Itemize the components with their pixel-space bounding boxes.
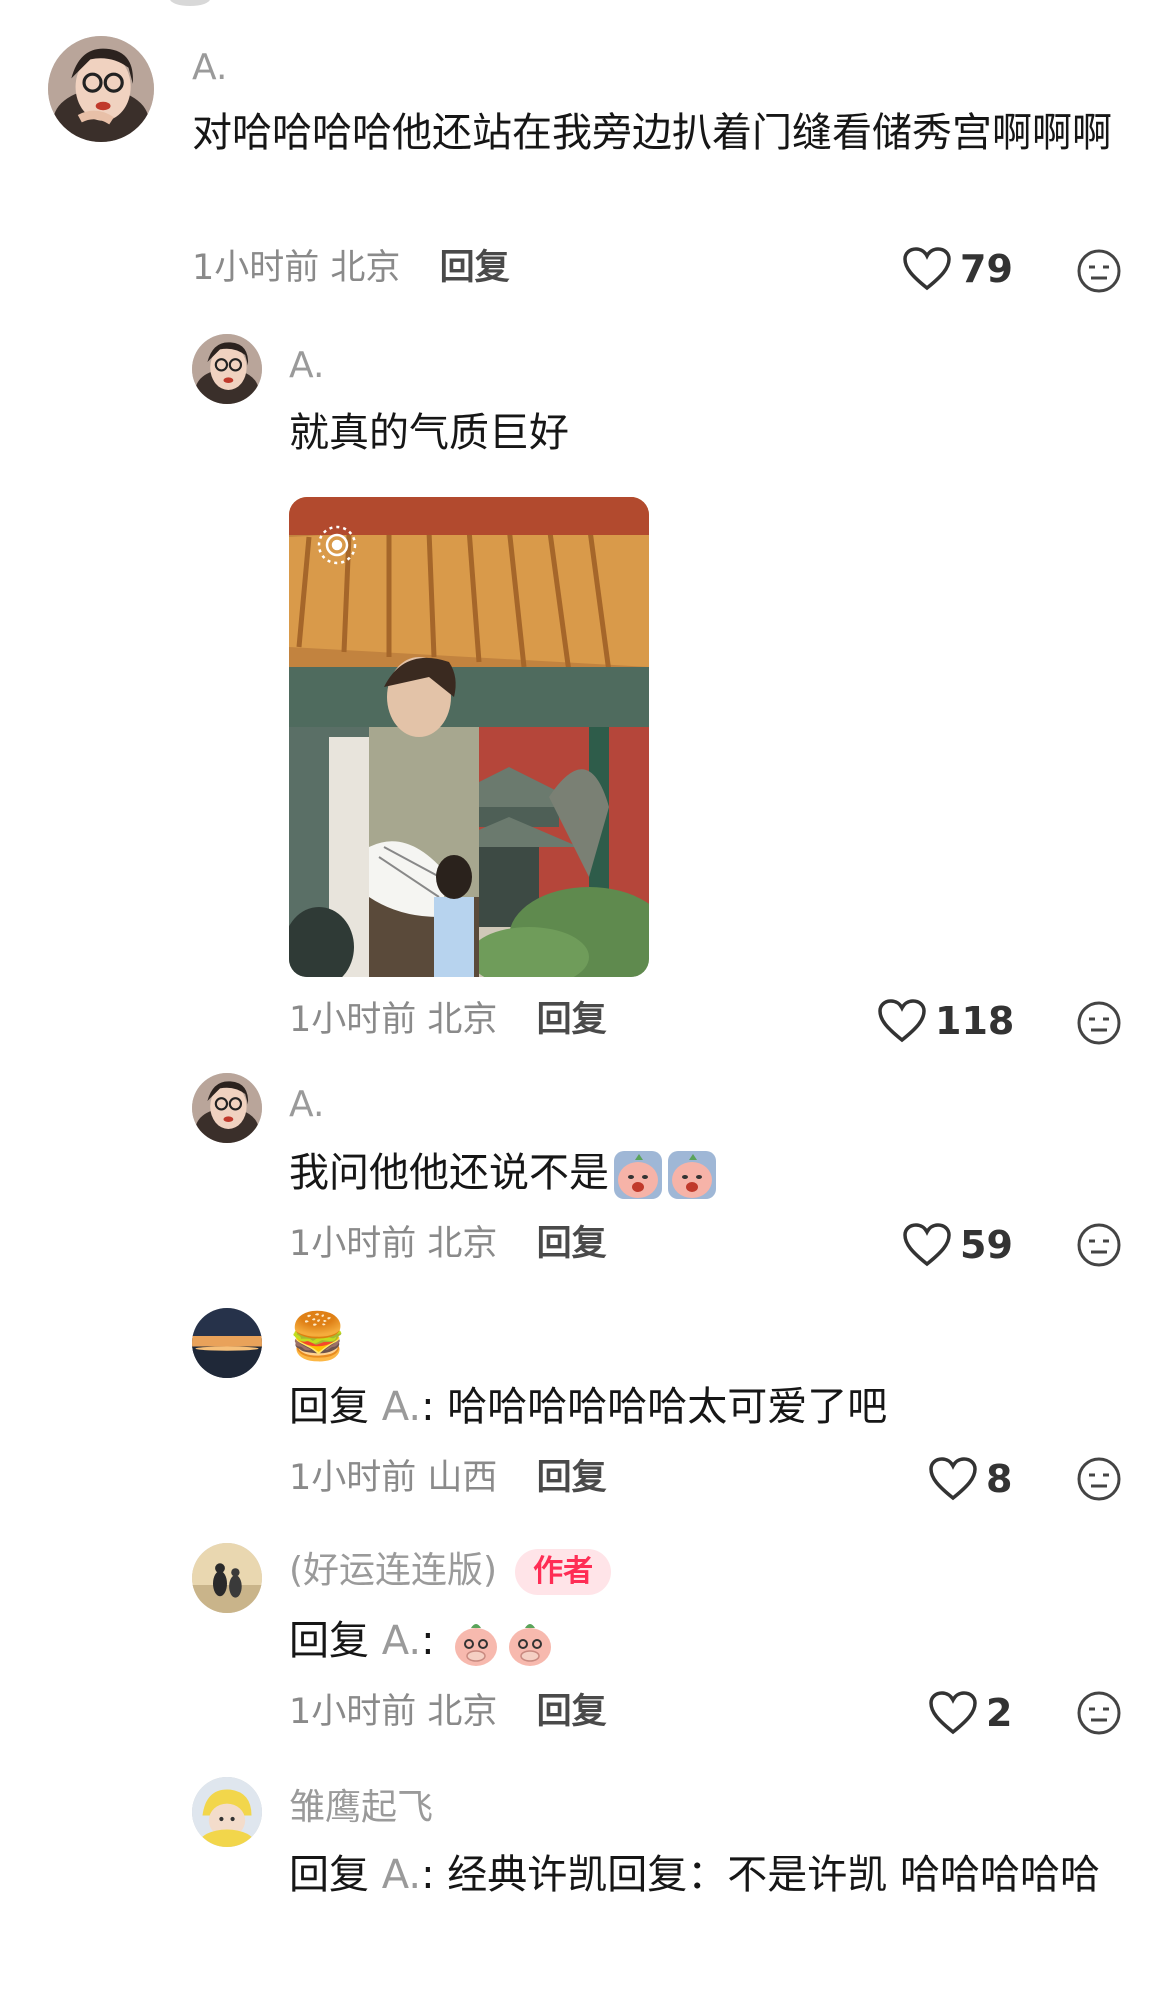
comment-meta: 1小时前 北京 回复 <box>289 998 607 1042</box>
comment-text: 我问他他还说不是 <box>289 1140 1089 1206</box>
reply-prefix: 回复 <box>289 1852 369 1898</box>
avatar-sunset-image <box>192 1308 262 1378</box>
time-label: 1小时前 <box>289 1692 417 1732</box>
like-count: 79 <box>960 247 1013 291</box>
like-button[interactable]: 2 <box>928 1690 1012 1736</box>
neutral-face-icon <box>1077 1001 1121 1045</box>
heart-outline-icon <box>929 1691 977 1735</box>
comment-text-body: : <box>421 1618 435 1664</box>
avatar[interactable] <box>192 1308 262 1378</box>
location-label: 北京 <box>427 1000 498 1040</box>
comment-text: 对哈哈哈哈他还站在我旁边扒着门缝看储秀宫啊啊啊 <box>192 110 1112 156</box>
author-name[interactable]: 雏鹰起飞 <box>289 1786 433 1830</box>
comment-text: 回复 A.: <box>289 1608 1139 1674</box>
dislike-button[interactable] <box>1076 248 1122 294</box>
comment-meta: 1小时前 北京 回复 <box>192 246 510 290</box>
dislike-button[interactable] <box>1076 1000 1122 1046</box>
like-button[interactable]: 79 <box>902 246 1013 292</box>
previous-avatar-edge <box>170 0 210 6</box>
location-label: 北京 <box>427 1224 498 1264</box>
neutral-face-icon <box>1077 1223 1121 1267</box>
live-photo-icon[interactable] <box>311 519 363 571</box>
avatar[interactable] <box>192 1543 262 1613</box>
author-name-row: (好运连连版) 作者 <box>289 1549 612 1595</box>
covering-mouth-peach-emoji-icon <box>451 1618 501 1668</box>
reply-button[interactable]: 回复 <box>440 248 510 288</box>
avatar-couple-image <box>192 1543 262 1613</box>
comment-text-body: 我问他他还说不是 <box>289 1150 609 1196</box>
comment-photo[interactable] <box>289 497 649 977</box>
author-name[interactable]: (好运连连版) <box>289 1550 497 1591</box>
like-count: 118 <box>935 999 1015 1043</box>
time-label: 1小时前 <box>289 1224 417 1264</box>
author-name[interactable]: A. <box>192 46 227 90</box>
dislike-button[interactable] <box>1076 1456 1122 1502</box>
neutral-face-icon <box>1077 249 1121 293</box>
reply-button[interactable]: 回复 <box>537 1000 607 1040</box>
comment-text-body: : 哈哈哈哈哈哈太可爱了吧 <box>421 1384 888 1430</box>
comment-text: 回复 A.: 经典许凯回复：不是许凯 哈哈哈哈哈 <box>289 1842 1109 1908</box>
avatar-woman-glasses-image <box>48 36 154 142</box>
avatar-woman-glasses-image <box>192 334 262 404</box>
author-name[interactable]: A. <box>289 344 324 388</box>
like-button[interactable]: 118 <box>877 998 1014 1044</box>
time-label: 1小时前 <box>289 1000 417 1040</box>
avatar[interactable] <box>192 1073 262 1143</box>
time-label: 1小时前 <box>289 1458 417 1498</box>
neutral-face-icon <box>1077 1457 1121 1501</box>
avatar-woman-glasses-image <box>192 1073 262 1143</box>
heart-outline-icon <box>878 999 926 1043</box>
location-label: 北京 <box>427 1692 498 1732</box>
dislike-button[interactable] <box>1076 1690 1122 1736</box>
mention-link[interactable]: A. <box>382 1852 421 1898</box>
reply-button[interactable]: 回复 <box>537 1458 607 1498</box>
avatar[interactable] <box>192 334 262 404</box>
author-name[interactable]: A. <box>289 1083 324 1127</box>
heart-outline-icon <box>903 247 951 291</box>
mention-link[interactable]: A. <box>382 1618 421 1664</box>
comment-text-body: : 经典许凯回复：不是许凯 哈哈哈哈哈 <box>421 1852 1100 1898</box>
location-label: 北京 <box>330 248 401 288</box>
avatar[interactable] <box>192 1777 262 1847</box>
location-label: 山西 <box>427 1458 498 1498</box>
heart-outline-icon <box>903 1223 951 1267</box>
reply-prefix: 回复 <box>289 1618 369 1664</box>
comment-text: 回复 A.: 哈哈哈哈哈哈太可爱了吧 <box>289 1374 1139 1440</box>
comment-meta: 1小时前 北京 回复 <box>289 1222 607 1266</box>
time-label: 1小时前 <box>192 248 320 288</box>
like-count: 8 <box>986 1457 1013 1501</box>
comment-meta: 1小时前 北京 回复 <box>289 1690 607 1734</box>
like-count: 59 <box>960 1223 1013 1267</box>
author-badge: 作者 <box>515 1549 612 1595</box>
author-name[interactable]: 🍔 <box>289 1308 346 1364</box>
avatar[interactable] <box>48 36 154 142</box>
like-button[interactable]: 8 <box>928 1456 1012 1502</box>
like-count: 2 <box>986 1691 1013 1735</box>
reply-button[interactable]: 回复 <box>537 1224 607 1264</box>
comment-meta: 1小时前 山西 回复 <box>289 1456 607 1500</box>
crying-peach-emoji-icon <box>613 1150 663 1200</box>
heart-outline-icon <box>929 1457 977 1501</box>
reply-prefix: 回复 <box>289 1384 369 1430</box>
covering-mouth-peach-emoji-icon <box>505 1618 555 1668</box>
mention-link[interactable]: A. <box>382 1384 421 1430</box>
dislike-button[interactable] <box>1076 1222 1122 1268</box>
avatar-yellow-hat-image <box>192 1777 262 1847</box>
reply-button[interactable]: 回复 <box>537 1692 607 1732</box>
crying-peach-emoji-icon <box>667 1150 717 1200</box>
like-button[interactable]: 59 <box>902 1222 1013 1268</box>
comment-text: 就真的气质巨好 <box>289 410 569 456</box>
neutral-face-icon <box>1077 1691 1121 1735</box>
